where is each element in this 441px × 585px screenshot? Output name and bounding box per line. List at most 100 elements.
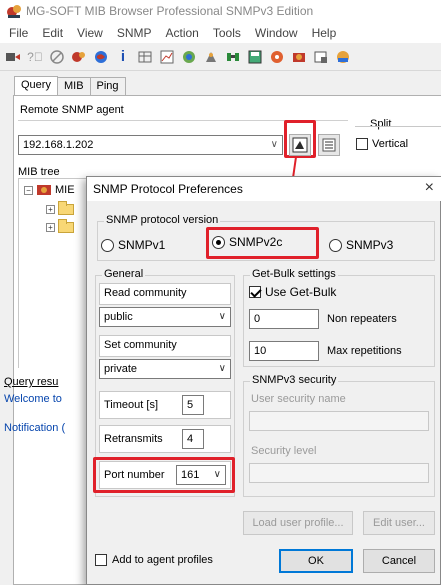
help-query-icon[interactable]: ?⃝ [26, 48, 44, 66]
mib-tree-node[interactable]: + [46, 201, 74, 215]
chevron-down-icon[interactable]: ∨ [219, 311, 226, 322]
retransmits-row: Retransmits 4 [99, 425, 231, 453]
non-repeaters-label: Non repeaters [327, 313, 397, 325]
max-repetitions-input[interactable]: 10 [249, 341, 319, 361]
chevron-down-icon[interactable]: ∨ [271, 139, 278, 150]
query-results-label: Query resu [4, 376, 59, 388]
collapse-icon[interactable]: − [24, 185, 33, 195]
use-getbulk-option[interactable]: Use Get-Bulk [249, 285, 336, 299]
folder-icon [58, 201, 74, 215]
retransmits-input[interactable]: 4 [182, 429, 204, 449]
read-community-value: public [104, 311, 133, 323]
port-number-dropdown[interactable]: 161 ∨ [176, 465, 226, 485]
use-getbulk-checkbox[interactable] [249, 286, 261, 298]
table-icon[interactable] [136, 48, 154, 66]
walk-icon[interactable] [202, 48, 220, 66]
export-icon[interactable] [312, 48, 330, 66]
protocol-version-label: SNMP protocol version [104, 214, 221, 226]
trap-icon[interactable] [290, 48, 308, 66]
add-to-agent-profiles-label: Add to agent profiles [112, 554, 213, 566]
toolbar: ?⃝ i [0, 43, 441, 71]
read-community-dropdown[interactable]: public ∨ [99, 307, 231, 327]
cancel-button[interactable]: Cancel [363, 549, 435, 573]
user-security-name-input [249, 411, 429, 431]
menu-bar: File Edit View SNMP Action Tools Window … [0, 22, 441, 43]
edit-user-button[interactable]: Edit user... [363, 511, 435, 535]
folder-icon [58, 219, 74, 233]
graph-icon[interactable] [158, 48, 176, 66]
menu-window[interactable]: Window [248, 26, 305, 40]
vertical-option[interactable]: Vertical [356, 138, 408, 150]
load-user-profile-button[interactable]: Load user profile... [243, 511, 353, 535]
mib-root-icon [37, 185, 51, 195]
agent-properties-button[interactable] [318, 134, 340, 156]
remote-agent-value: 192.168.1.202 [23, 139, 94, 151]
dialog-title-bar: SNMP Protocol Preferences × [87, 177, 441, 201]
stop-icon[interactable] [48, 48, 66, 66]
timeout-row: Timeout [s] 5 [99, 391, 231, 419]
connect-icon[interactable] [4, 48, 22, 66]
radio-snmpv3-label: SNMPv3 [346, 238, 394, 252]
radio-snmpv3-circle[interactable] [329, 238, 342, 252]
main-tabs: Query MIB Ping [14, 76, 126, 96]
timeout-input[interactable]: 5 [182, 395, 204, 415]
ok-button[interactable]: OK [279, 549, 353, 573]
save-icon[interactable] [246, 48, 264, 66]
user-security-name-label: User security name [251, 393, 346, 405]
vertical-checkbox[interactable] [356, 138, 368, 150]
expand-icon[interactable]: + [46, 205, 55, 214]
window-title: MG-SOFT MIB Browser Professional SNMPv3 … [26, 4, 314, 18]
radio-snmpv3[interactable]: SNMPv3 [329, 238, 393, 252]
menu-help[interactable]: Help [305, 26, 344, 40]
use-getbulk-label: Use Get-Bulk [265, 285, 337, 299]
protocol-preferences-button[interactable] [289, 134, 311, 156]
tab-query[interactable]: Query [14, 76, 58, 96]
radio-snmpv2c-circle[interactable] [212, 235, 225, 249]
set-community-dropdown[interactable]: private ∨ [99, 359, 231, 379]
radio-snmpv1-circle[interactable] [101, 238, 114, 252]
settings-icon[interactable] [268, 48, 286, 66]
menu-action[interactable]: Action [159, 26, 206, 40]
menu-edit[interactable]: Edit [35, 26, 70, 40]
getbulk-label: Get-Bulk settings [250, 268, 338, 280]
extra-icon[interactable] [334, 48, 352, 66]
list-settings-icon [322, 138, 336, 152]
tree-icon[interactable] [180, 48, 198, 66]
menu-view[interactable]: View [70, 26, 110, 40]
security-level-label: Security level [251, 445, 317, 457]
mib-tree-root[interactable]: − MIE [24, 183, 75, 197]
add-to-agent-profiles-option[interactable]: Add to agent profiles [95, 554, 213, 566]
menu-file[interactable]: File [2, 26, 35, 40]
tab-ping[interactable]: Ping [89, 77, 126, 95]
vertical-label: Vertical [372, 138, 409, 150]
general-label: General [102, 268, 146, 280]
radio-snmpv2c-label: SNMPv2c [229, 235, 283, 249]
title-bar: MG-SOFT MIB Browser Professional SNMPv3 … [0, 0, 441, 22]
security-level-input [249, 463, 429, 483]
menu-tools[interactable]: Tools [206, 26, 248, 40]
non-repeaters-input[interactable]: 0 [249, 309, 319, 329]
chevron-down-icon[interactable]: ∨ [219, 363, 226, 374]
expand-icon[interactable]: + [46, 223, 55, 232]
mib-tree-node[interactable]: + [46, 219, 74, 233]
preferences-icon [292, 137, 308, 153]
menu-snmp[interactable]: SNMP [110, 26, 159, 40]
info-icon[interactable]: i [114, 48, 132, 66]
chevron-down-icon[interactable]: ∨ [214, 469, 221, 480]
globe-icon[interactable] [92, 48, 110, 66]
add-to-agent-profiles-checkbox[interactable] [95, 554, 107, 566]
agent-icon[interactable] [70, 48, 88, 66]
radio-snmpv1[interactable]: SNMPv1 [101, 238, 165, 252]
binoculars-icon[interactable] [224, 48, 242, 66]
port-number-label: Port number [104, 469, 165, 481]
radio-snmpv2c[interactable]: SNMPv2c [212, 235, 282, 249]
close-icon[interactable]: × [425, 179, 434, 197]
welcome-text: Welcome to [4, 393, 62, 405]
notification-text: Notification ( [4, 422, 66, 434]
tab-mib[interactable]: MIB [56, 77, 91, 95]
remote-agent-label: Remote SNMP agent [20, 104, 124, 116]
mib-tree-root-label: MIE [55, 184, 75, 196]
timeout-label: Timeout [s] [104, 399, 158, 411]
radio-snmpv1-label: SNMPv1 [118, 238, 166, 252]
remote-agent-combo[interactable]: 192.168.1.202 ∨ [18, 135, 283, 155]
